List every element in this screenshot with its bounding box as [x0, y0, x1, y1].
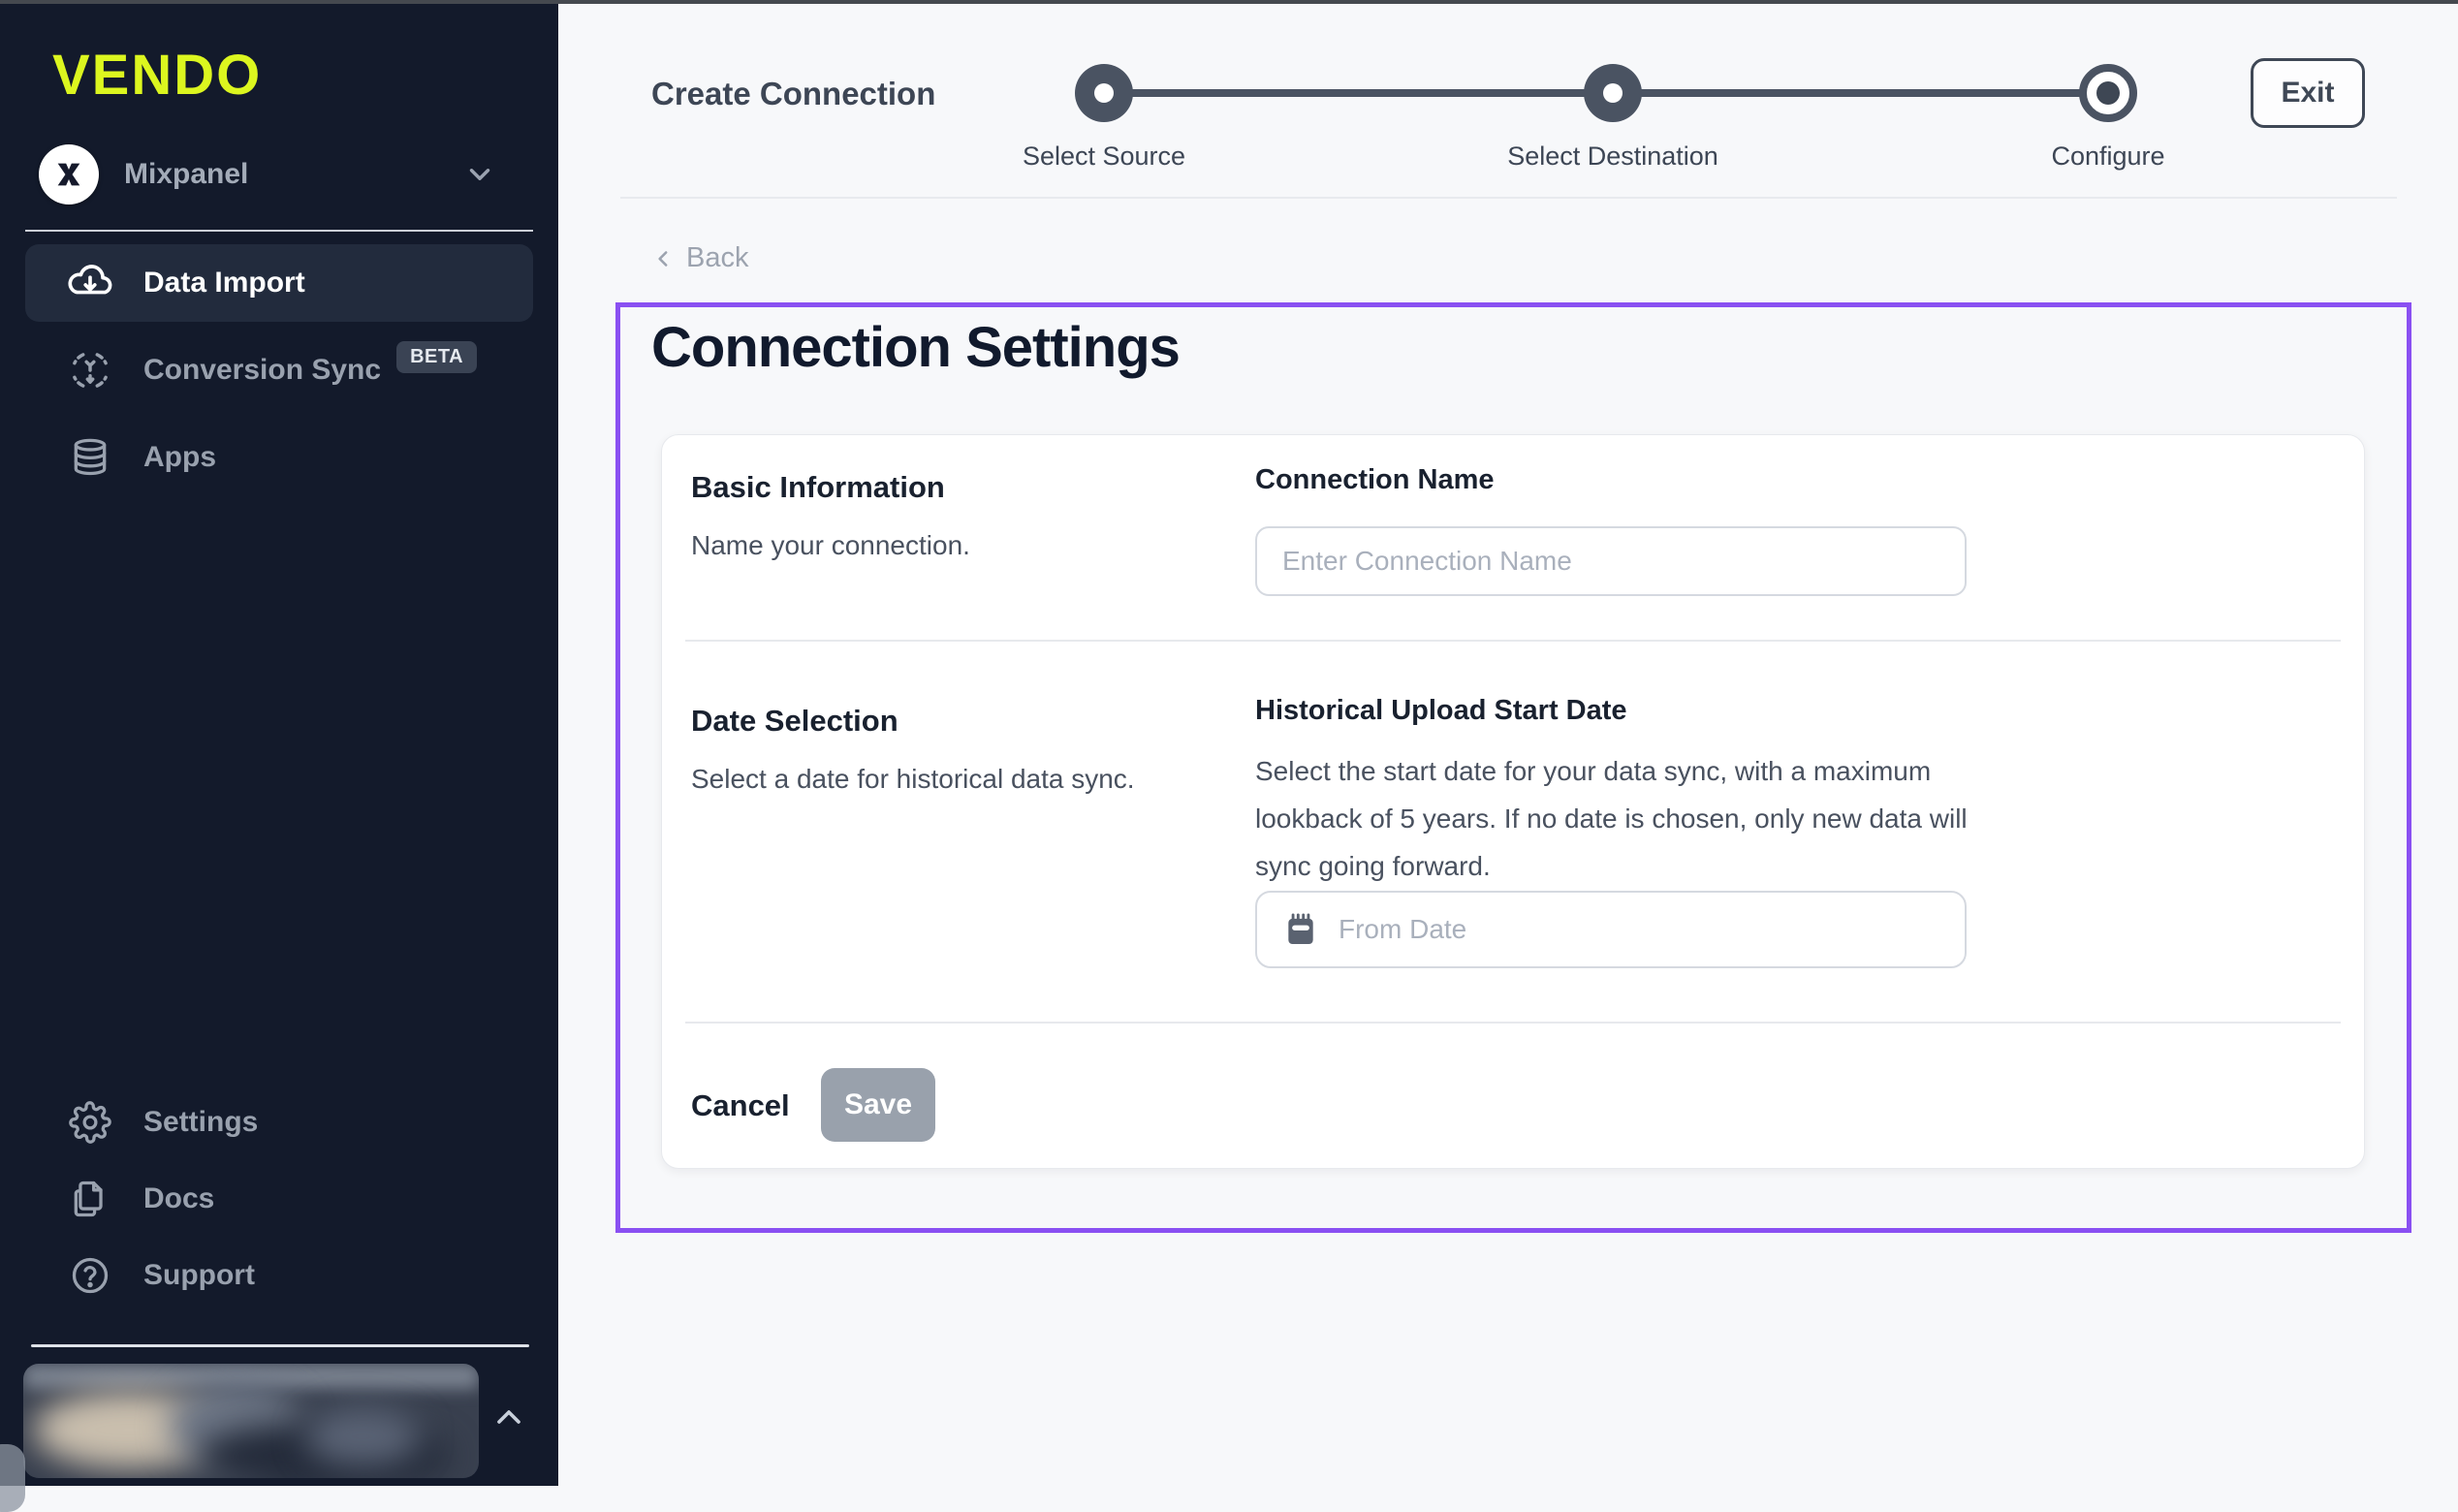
- from-date-input-wrap: [1255, 891, 1967, 968]
- back-link[interactable]: Back: [651, 242, 748, 274]
- card-divider: [685, 640, 2341, 642]
- user-account-blurred[interactable]: [23, 1364, 479, 1478]
- save-button[interactable]: Save: [821, 1068, 935, 1142]
- gear-icon: [68, 1101, 112, 1144]
- blur-blob: [304, 1407, 421, 1465]
- sidebar-item-label: Support: [143, 1259, 255, 1292]
- sidebar-item-apps[interactable]: Apps: [25, 419, 533, 496]
- exit-button[interactable]: Exit: [2251, 58, 2365, 128]
- sidebar-item-label: Conversion Sync: [143, 354, 381, 387]
- chevron-down-icon: [463, 158, 496, 191]
- window-top-strip: [0, 0, 2458, 4]
- page-title: Create Connection: [651, 76, 935, 112]
- connection-name-label: Connection Name: [1255, 464, 1495, 496]
- calendar-icon: [1282, 911, 1319, 948]
- vendo-logo: VENDO: [52, 43, 262, 108]
- historical-upload-label: Historical Upload Start Date: [1255, 695, 1627, 727]
- sidebar-item-data-import[interactable]: Data Import: [25, 244, 533, 322]
- from-date-input[interactable]: [1339, 914, 1939, 945]
- section-title: Connection Settings: [651, 315, 1180, 380]
- sidebar: VENDO Mixpanel Data Import: [0, 0, 558, 1486]
- sidebar-nav: Data Import Conversion Sync BETA: [25, 244, 533, 506]
- help-icon: [68, 1254, 112, 1297]
- cancel-button[interactable]: Cancel: [691, 1083, 790, 1129]
- database-icon: [68, 435, 112, 480]
- step-label-configure: Configure: [1943, 142, 2273, 172]
- sidebar-divider: [25, 230, 533, 232]
- connection-name-input-wrap: [1255, 526, 1967, 596]
- basic-information-title: Basic Information: [691, 470, 945, 505]
- step-node-select-destination: [1584, 64, 1642, 122]
- sync-icon: [68, 348, 112, 393]
- card-divider: [685, 1022, 2341, 1024]
- sidebar-item-support[interactable]: Support: [25, 1237, 533, 1313]
- sidebar-item-conversion-sync[interactable]: Conversion Sync BETA: [25, 331, 533, 409]
- settings-card: Basic Information Name your connection. …: [661, 434, 2365, 1169]
- connection-settings-pane: Connection Settings Basic Information Na…: [615, 302, 2411, 1233]
- step-node-configure: [2079, 64, 2137, 122]
- sidebar-item-settings[interactable]: Settings: [25, 1084, 533, 1160]
- sidebar-item-label: Docs: [143, 1182, 214, 1215]
- date-selection-title: Date Selection: [691, 704, 898, 739]
- sidebar-footer-divider: [31, 1344, 529, 1347]
- sidebar-item-docs[interactable]: Docs: [25, 1160, 533, 1237]
- widget-corner-peek: [0, 1444, 25, 1512]
- docs-icon: [68, 1178, 112, 1220]
- date-selection-description: Select a date for historical data sync.: [691, 764, 1135, 795]
- main-area: Create Connection Select Source Select D…: [558, 4, 2458, 1486]
- workspace-name: Mixpanel: [124, 158, 248, 191]
- basic-information-description: Name your connection.: [691, 530, 970, 561]
- workspace-switcher[interactable]: Mixpanel: [39, 140, 523, 209]
- sidebar-item-label: Data Import: [143, 267, 305, 299]
- chevron-up-icon[interactable]: [489, 1398, 528, 1436]
- mixpanel-logo-icon: [39, 144, 99, 205]
- sidebar-footer-nav: Settings Docs Support: [25, 1084, 533, 1313]
- back-label: Back: [686, 242, 748, 274]
- header-divider: [620, 197, 2397, 199]
- step-label-select-source: Select Source: [939, 142, 1269, 172]
- beta-badge: BETA: [396, 341, 477, 373]
- historical-upload-description: Select the start date for your data sync…: [1255, 747, 1992, 890]
- step-label-select-destination: Select Destination: [1448, 142, 1778, 172]
- sidebar-item-label: Settings: [143, 1106, 258, 1139]
- step-node-select-source: [1075, 64, 1133, 122]
- cloud-download-icon: [68, 261, 112, 305]
- chevron-left-icon: [651, 246, 677, 271]
- connection-name-input[interactable]: [1282, 546, 1939, 577]
- sidebar-item-label: Apps: [143, 441, 216, 474]
